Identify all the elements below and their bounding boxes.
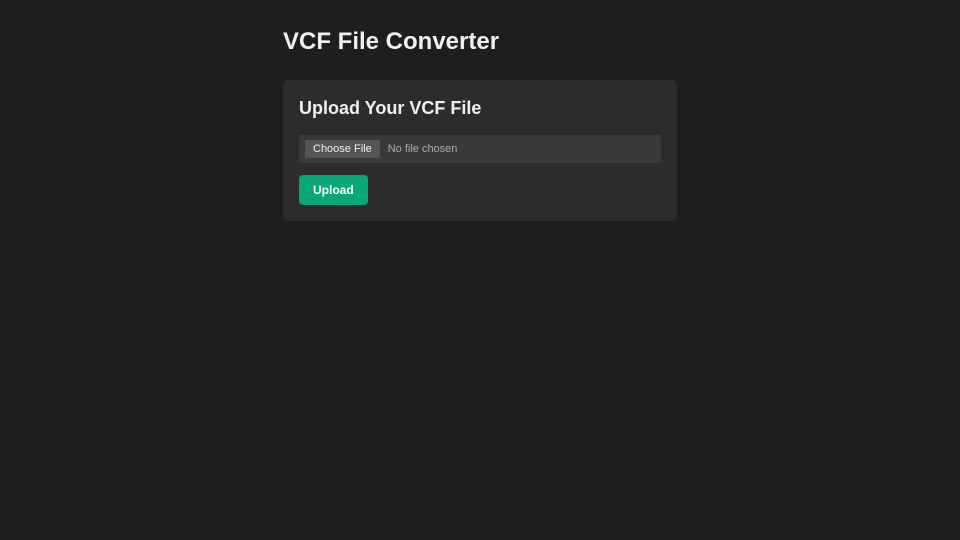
upload-button[interactable]: Upload [299, 175, 368, 205]
choose-file-button[interactable]: Choose File [305, 140, 380, 158]
page-title: VCF File Converter [283, 28, 763, 56]
upload-card: Upload Your VCF File Choose File No file… [283, 80, 677, 221]
file-status-text: No file chosen [388, 143, 458, 155]
file-input[interactable]: Choose File No file chosen [299, 135, 661, 163]
card-title: Upload Your VCF File [299, 98, 661, 119]
main-container: VCF File Converter Upload Your VCF File … [283, 0, 763, 221]
